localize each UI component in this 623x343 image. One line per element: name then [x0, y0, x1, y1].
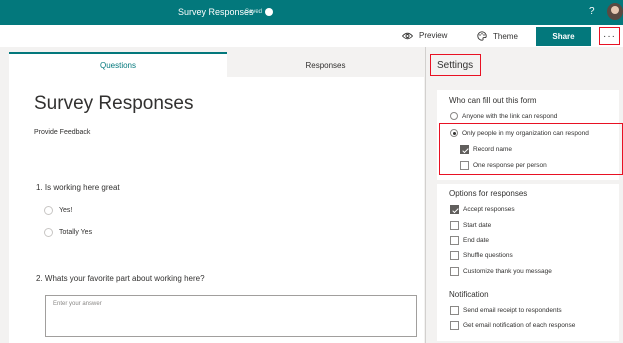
- accept-responses-option[interactable]: Accept responses: [450, 205, 515, 214]
- avatar[interactable]: [607, 3, 623, 20]
- question-1-title[interactable]: 1. Is working here great: [36, 183, 120, 192]
- form-canvas: Questions Responses Survey Responses Pro…: [0, 47, 425, 343]
- option-label: Customize thank you message: [463, 268, 552, 275]
- question-1-option-2[interactable]: Totally Yes: [44, 228, 92, 237]
- theme-button[interactable]: Theme: [477, 31, 518, 41]
- option-label: End date: [463, 237, 490, 244]
- checkbox-icon: [450, 306, 459, 315]
- radio-icon: [44, 206, 53, 215]
- preview-label: Preview: [419, 31, 448, 40]
- start-date-option[interactable]: Start date: [450, 221, 491, 230]
- palette-icon: [477, 31, 487, 41]
- organization-highlight: [439, 123, 623, 175]
- option-label: Start date: [463, 222, 492, 229]
- form-tabs: Questions Responses: [9, 52, 424, 77]
- checkbox-icon: [450, 321, 459, 330]
- end-date-option[interactable]: End date: [450, 236, 489, 245]
- checkbox-checked-icon: [450, 205, 459, 214]
- option-label: Send email receipt to respondents: [463, 307, 562, 314]
- more-options-button[interactable]: ···: [599, 27, 620, 45]
- option-label: Anyone with the link can respond: [462, 112, 558, 120]
- option-label: Shuffle questions: [463, 252, 513, 259]
- command-bar: Preview Theme Share ···: [0, 25, 623, 47]
- checkbox-icon: [450, 251, 459, 260]
- radio-icon: [450, 112, 458, 120]
- form-card: Questions Responses Survey Responses Pro…: [9, 52, 424, 343]
- app-header: Survey Responses Saved ?: [0, 0, 623, 25]
- email-receipt-option[interactable]: Send email receipt to respondents: [450, 306, 562, 315]
- form-description[interactable]: Provide Feedback: [34, 129, 90, 136]
- eye-icon: [402, 32, 413, 39]
- response-options-panel: Options for responses Accept responses S…: [437, 184, 619, 285]
- help-icon[interactable]: ?: [589, 6, 595, 17]
- save-status-icon: [265, 8, 273, 16]
- settings-pane: Settings Who can fill out this form Anyo…: [425, 47, 623, 343]
- form-title[interactable]: Survey Responses: [34, 93, 193, 115]
- response-options-heading: Options for responses: [449, 189, 528, 198]
- radio-icon: [44, 228, 53, 237]
- option-label: Get email notification of each response: [463, 322, 576, 329]
- theme-label: Theme: [493, 31, 518, 41]
- option-label: Yes!: [59, 207, 73, 214]
- notification-panel: Notification Send email receipt to respo…: [437, 285, 619, 341]
- settings-title: Settings: [437, 60, 474, 71]
- shuffle-questions-option[interactable]: Shuffle questions: [450, 251, 513, 260]
- question-number: 2.: [36, 274, 43, 283]
- notification-heading: Notification: [449, 290, 489, 299]
- thank-you-message-option[interactable]: Customize thank you message: [450, 267, 552, 276]
- who-can-fill-heading: Who can fill out this form: [449, 96, 537, 105]
- settings-highlight: Settings: [430, 54, 481, 76]
- question-text: Is working here great: [44, 183, 120, 192]
- preview-button[interactable]: Preview: [402, 31, 447, 40]
- answer-input[interactable]: Enter your answer: [45, 295, 417, 337]
- question-number: 1.: [36, 183, 43, 192]
- question-2-title[interactable]: 2. Whats your favorite part about workin…: [36, 274, 205, 283]
- tab-questions[interactable]: Questions: [9, 52, 227, 77]
- share-button[interactable]: Share: [536, 27, 591, 46]
- question-1-option-1[interactable]: Yes!: [44, 206, 72, 215]
- form-name: Survey Responses: [178, 7, 254, 17]
- anyone-with-link-option[interactable]: Anyone with the link can respond: [450, 112, 557, 120]
- option-label: Accept responses: [463, 206, 515, 213]
- checkbox-icon: [450, 236, 459, 245]
- email-notification-option[interactable]: Get email notification of each response: [450, 321, 575, 330]
- checkbox-icon: [450, 221, 459, 230]
- tab-responses[interactable]: Responses: [227, 52, 424, 77]
- checkbox-icon: [450, 267, 459, 276]
- save-status: Saved: [245, 9, 263, 15]
- option-label: Totally Yes: [59, 229, 93, 236]
- question-text: Whats your favorite part about working h…: [44, 274, 205, 283]
